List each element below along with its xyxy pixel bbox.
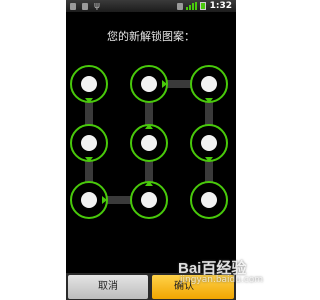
watermark-url: jingyan.baidu.com xyxy=(180,275,264,285)
cancel-button[interactable]: 取消 xyxy=(68,275,148,299)
pattern-dot-r2c1[interactable] xyxy=(70,124,108,162)
pattern-dot-r1c3[interactable] xyxy=(190,65,228,103)
pattern-dot-r2c3[interactable] xyxy=(190,124,228,162)
watermark: Bai百经验 jingyan.baidu.com xyxy=(150,257,300,297)
phone-screen: ψ 1:32 您的新解锁图案： 取消 确认 xyxy=(66,0,236,300)
pattern-dot-r3c1[interactable] xyxy=(70,181,108,219)
pattern-dot-r3c3[interactable] xyxy=(190,181,228,219)
pattern-dot-r3c2[interactable] xyxy=(130,181,168,219)
pattern-dot-r1c2[interactable] xyxy=(130,65,168,103)
pattern-grid[interactable] xyxy=(66,0,236,300)
pattern-dot-r2c2[interactable] xyxy=(130,124,168,162)
pattern-dot-r1c1[interactable] xyxy=(70,65,108,103)
